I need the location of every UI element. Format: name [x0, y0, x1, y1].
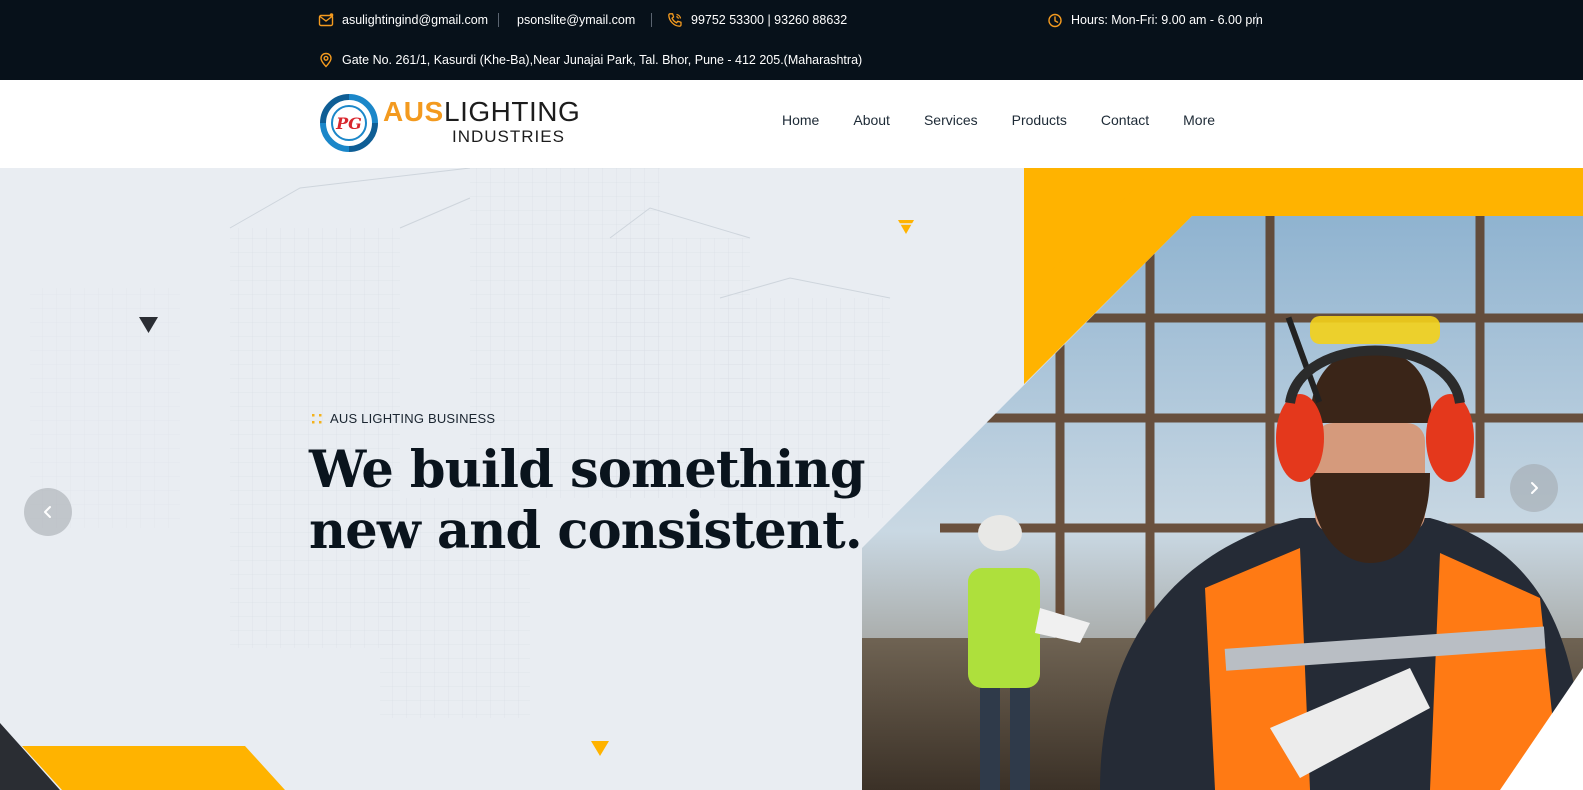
nav-item-contact[interactable]: Contact — [1101, 112, 1149, 134]
nav-item-services[interactable]: Services — [924, 112, 978, 134]
location-pin-icon — [320, 52, 332, 68]
address-item: Gate No. 261/1, Kasurdi (Khe-Ba),Near Ju… — [318, 50, 862, 70]
separator — [498, 13, 499, 27]
nav-item-products[interactable]: Products — [1012, 112, 1067, 134]
logo-mark-icon: PG — [320, 94, 378, 152]
nav-item-home[interactable]: Home — [782, 112, 819, 134]
site-header: PG AUS LIGHTING INDUSTRIES Home About Se… — [0, 80, 1583, 168]
hero-slider: AUS LIGHTING BUSINESS We build something… — [0, 168, 1583, 790]
email-secondary-item[interactable]: psonslite@ymail.com — [517, 10, 635, 30]
hero-headline-line2: new and consistent. — [309, 501, 863, 561]
triangle-decor-yellow-top — [898, 220, 914, 234]
hero-eyebrow: AUS LIGHTING BUSINESS — [311, 411, 495, 426]
logo[interactable]: PG AUS LIGHTING INDUSTRIES — [320, 94, 580, 156]
logo-word-sub: INDUSTRIES — [452, 127, 565, 146]
construction-worker-photo — [862, 216, 1583, 790]
hero-headline: We build something new and consistent. — [309, 440, 866, 562]
hero-headline-line1: We build something — [309, 440, 866, 500]
logo-word-main: LIGHTING — [444, 96, 581, 127]
top-info-bar: asulightingind@gmail.com psonslite@ymail… — [0, 0, 1583, 80]
logo-word-accent: AUS — [383, 96, 444, 127]
hours-text: Hours: Mon-Fri: 9.00 am - 6.00 pm — [1071, 13, 1263, 27]
mail-icon — [318, 13, 334, 27]
dots-icon — [312, 413, 322, 423]
accent-bottom-left-yellow — [22, 746, 285, 790]
email-secondary-text[interactable]: psonslite@ymail.com — [517, 13, 635, 27]
separator — [1256, 13, 1257, 27]
triangle-decor-yellow-bottom — [591, 741, 609, 756]
phone-text[interactable]: 99752 53300 | 93260 88632 — [691, 13, 847, 27]
clock-icon — [1048, 13, 1062, 28]
phone-icon — [668, 13, 682, 27]
main-nav: Home About Services Products Contact Mor… — [765, 112, 1232, 134]
address-text: Gate No. 261/1, Kasurdi (Khe-Ba),Near Ju… — [342, 53, 863, 67]
nav-item-about[interactable]: About — [853, 112, 890, 134]
chevron-left-icon — [44, 506, 51, 518]
nav-item-more[interactable]: More — [1183, 112, 1215, 134]
slider-next-button[interactable] — [1510, 464, 1558, 512]
separator — [651, 13, 652, 27]
chevron-right-icon — [1531, 482, 1538, 494]
slider-prev-button[interactable] — [24, 488, 72, 536]
hours-item: Hours: Mon-Fri: 9.00 am - 6.00 pm — [1047, 10, 1263, 30]
phone-item[interactable]: 99752 53300 | 93260 88632 — [667, 10, 847, 30]
email-primary-item[interactable]: asulightingind@gmail.com — [318, 10, 488, 30]
email-primary-text[interactable]: asulightingind@gmail.com — [342, 13, 488, 27]
logo-mark-text: PG — [335, 114, 362, 133]
hero-eyebrow-text: AUS LIGHTING BUSINESS — [330, 411, 496, 426]
